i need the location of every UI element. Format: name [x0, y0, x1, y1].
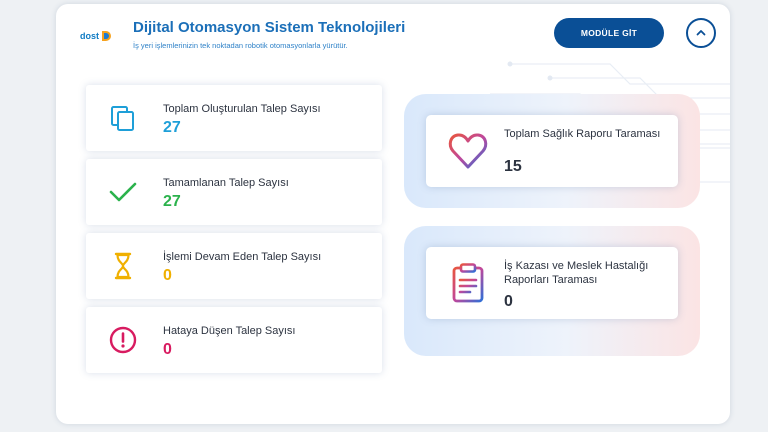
- hourglass-icon: [114, 252, 132, 280]
- dashboard-panel: dost Dijital Otomasyon Sistem Teknolojil…: [56, 4, 730, 424]
- logo-text: dost: [80, 31, 99, 41]
- stat-value: 27: [163, 193, 181, 210]
- report-card-work-accident: İş Kazası ve Meslek Hastalığı Raporları …: [426, 247, 678, 319]
- stat-card-total-requests: Toplam Oluşturulan Talep Sayısı 27: [86, 85, 382, 151]
- report-value: 0: [504, 293, 513, 310]
- heart-icon: [448, 133, 488, 169]
- stat-label: Hataya Düşen Talep Sayısı: [163, 325, 296, 337]
- stat-card-completed-requests: Tamamlanan Talep Sayısı 27: [86, 159, 382, 225]
- report-card-health: Toplam Sağlık Raporu Taraması 15: [426, 115, 678, 187]
- logo-mark-icon: [102, 31, 111, 41]
- stat-card-in-progress-requests: İşlemi Devam Eden Talep Sayısı 0: [86, 233, 382, 299]
- chevron-up-icon: [696, 30, 706, 36]
- stat-label: Tamamlanan Talep Sayısı: [163, 177, 289, 189]
- report-value: 15: [504, 158, 522, 175]
- collapse-button[interactable]: [686, 18, 716, 48]
- page-title: Dijital Otomasyon Sistem Teknolojileri: [133, 19, 406, 36]
- page-subtitle: İş yeri işlemlerinizin tek noktadan robo…: [133, 41, 348, 50]
- error-icon: [109, 326, 137, 354]
- stat-value: 0: [163, 341, 172, 358]
- stat-card-failed-requests: Hataya Düşen Talep Sayısı 0: [86, 307, 382, 373]
- clipboard-icon: [452, 263, 484, 303]
- check-icon: [109, 182, 137, 202]
- stat-value: 0: [163, 267, 172, 284]
- app-logo: dost: [80, 28, 116, 44]
- stat-label: Toplam Oluşturulan Talep Sayısı: [163, 103, 321, 115]
- stat-value: 27: [163, 119, 181, 136]
- go-to-module-button[interactable]: MODÜLE GİT: [554, 18, 664, 48]
- stat-label: İşlemi Devam Eden Talep Sayısı: [163, 251, 322, 263]
- report-label: Toplam Sağlık Raporu Taraması: [504, 128, 661, 140]
- report-label: İş Kazası ve Meslek Hastalığı Raporları …: [504, 260, 649, 286]
- copy-icon: [111, 106, 134, 131]
